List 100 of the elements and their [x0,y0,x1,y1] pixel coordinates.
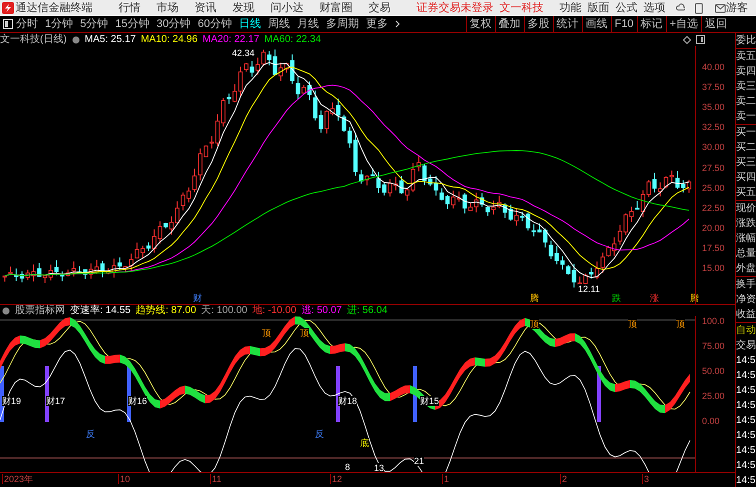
quote-label: 涨幅 [736,232,756,246]
quote-label: 现价 [736,202,756,216]
trade-time: 14:5 [736,444,756,458]
ma-value: MA20: 22.17 [202,33,260,47]
price-axis-label: 40.00 [702,62,725,72]
trade-time: 14:5 [736,474,756,487]
quote-label: 卖三 [736,80,756,94]
login-notice: 证券交易未登录 [416,0,494,16]
indicator-marker: 财19 [2,396,22,406]
menu-item[interactable]: 问小达 [270,0,304,16]
toolbar-button[interactable]: +自选 [666,16,701,32]
phone-icon[interactable] [695,2,704,14]
toolbar-button[interactable]: 标记 [636,16,666,32]
chart-marker: 涨 [650,293,659,303]
menu-item[interactable]: 版面 [588,0,610,16]
quote-label: 换手 [736,278,756,292]
period-tab[interactable]: 日线 [239,16,261,32]
period-tab[interactable]: 30分钟 [156,16,191,32]
quote-label: 净资 [736,293,756,307]
panel-toggle-icon[interactable] [3,19,13,29]
cloud-icon[interactable] [676,3,686,13]
chart-marker: 跌 [612,293,621,303]
quote-label: 卖四 [736,64,756,79]
date-axis-label: 1 [442,474,450,484]
period-tab[interactable]: 15分钟 [115,16,150,32]
indicator-marker: 8 [345,462,350,472]
indicator-marker: 21 [414,456,424,466]
toolbar-button[interactable]: F10 [610,16,637,32]
quote-label: 委比 [736,34,756,48]
toolbar-button[interactable]: 多股 [524,16,553,32]
indicator-marker: 顶 [676,319,685,329]
toolbar-button[interactable]: 复权 [466,16,495,32]
menu-item[interactable]: 市场 [156,0,179,16]
toolbar-button[interactable]: 叠加 [494,16,524,32]
app-title: 通达信金融终端 [16,0,93,16]
diamond-icon[interactable] [683,36,691,44]
indicator-value: 趋势线: 87.00 [136,304,196,318]
period-tab[interactable]: 分时 [16,16,38,32]
indicator-value: 地: -10.00 [252,304,296,318]
indicator-value: 进: 56.04 [346,304,388,318]
price-axis-label: 30.00 [702,142,725,152]
app-logo-icon [2,2,14,14]
mode-label[interactable]: 自动 [736,323,756,338]
indicator-marker: 反 [86,429,95,439]
chart-marker: 财 [193,293,202,303]
chart-marker: 腾 [530,293,539,303]
quote-label: 买三 [736,156,756,170]
indicator-axis-label: 25.00 [702,391,725,401]
period-tab[interactable]: 多周期 [326,16,359,32]
ma-value: MA5: 25.17 [84,33,136,47]
ma-value: MA60: 22.34 [264,33,321,47]
mode-label[interactable]: 交易 [736,338,756,353]
menu-item[interactable]: 财富圈 [320,0,353,16]
panel-toggle-icon[interactable] [696,35,705,44]
period-tab[interactable]: 月线 [297,16,319,32]
toolbar-button[interactable]: 返回 [701,16,730,32]
indicator-marker: 财17 [46,396,66,406]
menu-item[interactable]: 交易 [368,0,391,16]
toolbar-button[interactable]: 统计 [552,16,582,32]
indicator-value: 逃: 50.07 [301,304,342,318]
indicator-marker: 反 [315,429,324,439]
quote-label: 买四 [736,171,756,185]
menu-item[interactable]: 功能 [560,0,582,16]
menu-item[interactable]: 资讯 [194,0,217,16]
message-icon[interactable] [715,4,726,12]
price-axis-label: 35.00 [702,102,725,112]
indicator-axis-label: 75.00 [702,341,725,351]
indicator-marker: 顶 [530,319,539,329]
trade-time: 14:5 [736,429,756,443]
chevron-right-icon[interactable] [395,20,400,28]
quote-label: 买一 [736,126,756,140]
trade-time: 14:5 [736,384,756,398]
toolbar-button[interactable]: 画线 [582,16,611,32]
date-axis-label: 11 [210,474,222,484]
indicator-axis-label: 100.0 [702,316,725,326]
price-axis-label: 22.50 [702,202,725,213]
indicator-name: 股票指标网 [15,304,65,318]
indicator-marker: 顶 [300,328,309,338]
indicator-value: 变速率: 14.55 [70,304,131,318]
stock-name: 文一科技 [500,0,544,16]
period-tab[interactable]: 60分钟 [198,16,232,32]
trade-time: 14:5 [736,414,756,428]
price-axis-label: 15.00 [702,263,725,273]
user-label[interactable]: 游客 [726,0,748,16]
period-tab[interactable]: 1分钟 [45,16,74,32]
menu-item[interactable]: 行情 [118,0,141,16]
period-tab[interactable]: 周线 [268,16,290,32]
indicator-axis-label: 0.00 [702,416,720,426]
menu-item[interactable]: 公式 [616,0,638,16]
menu-item[interactable]: 选项 [644,0,666,16]
menu-item[interactable]: 发现 [232,0,255,16]
quote-label: 卖五 [736,50,756,64]
period-tab[interactable]: 更多 [366,16,388,32]
indicator-marker: 财18 [338,396,358,406]
chart-title: 文一科技(日线) [0,32,67,47]
signal-bar [0,366,4,422]
indicator-marker: 财15 [420,396,440,406]
period-tab[interactable]: 5分钟 [80,16,108,32]
trade-time: 14:5 [736,369,756,383]
trade-time: 14:5 [736,399,756,413]
